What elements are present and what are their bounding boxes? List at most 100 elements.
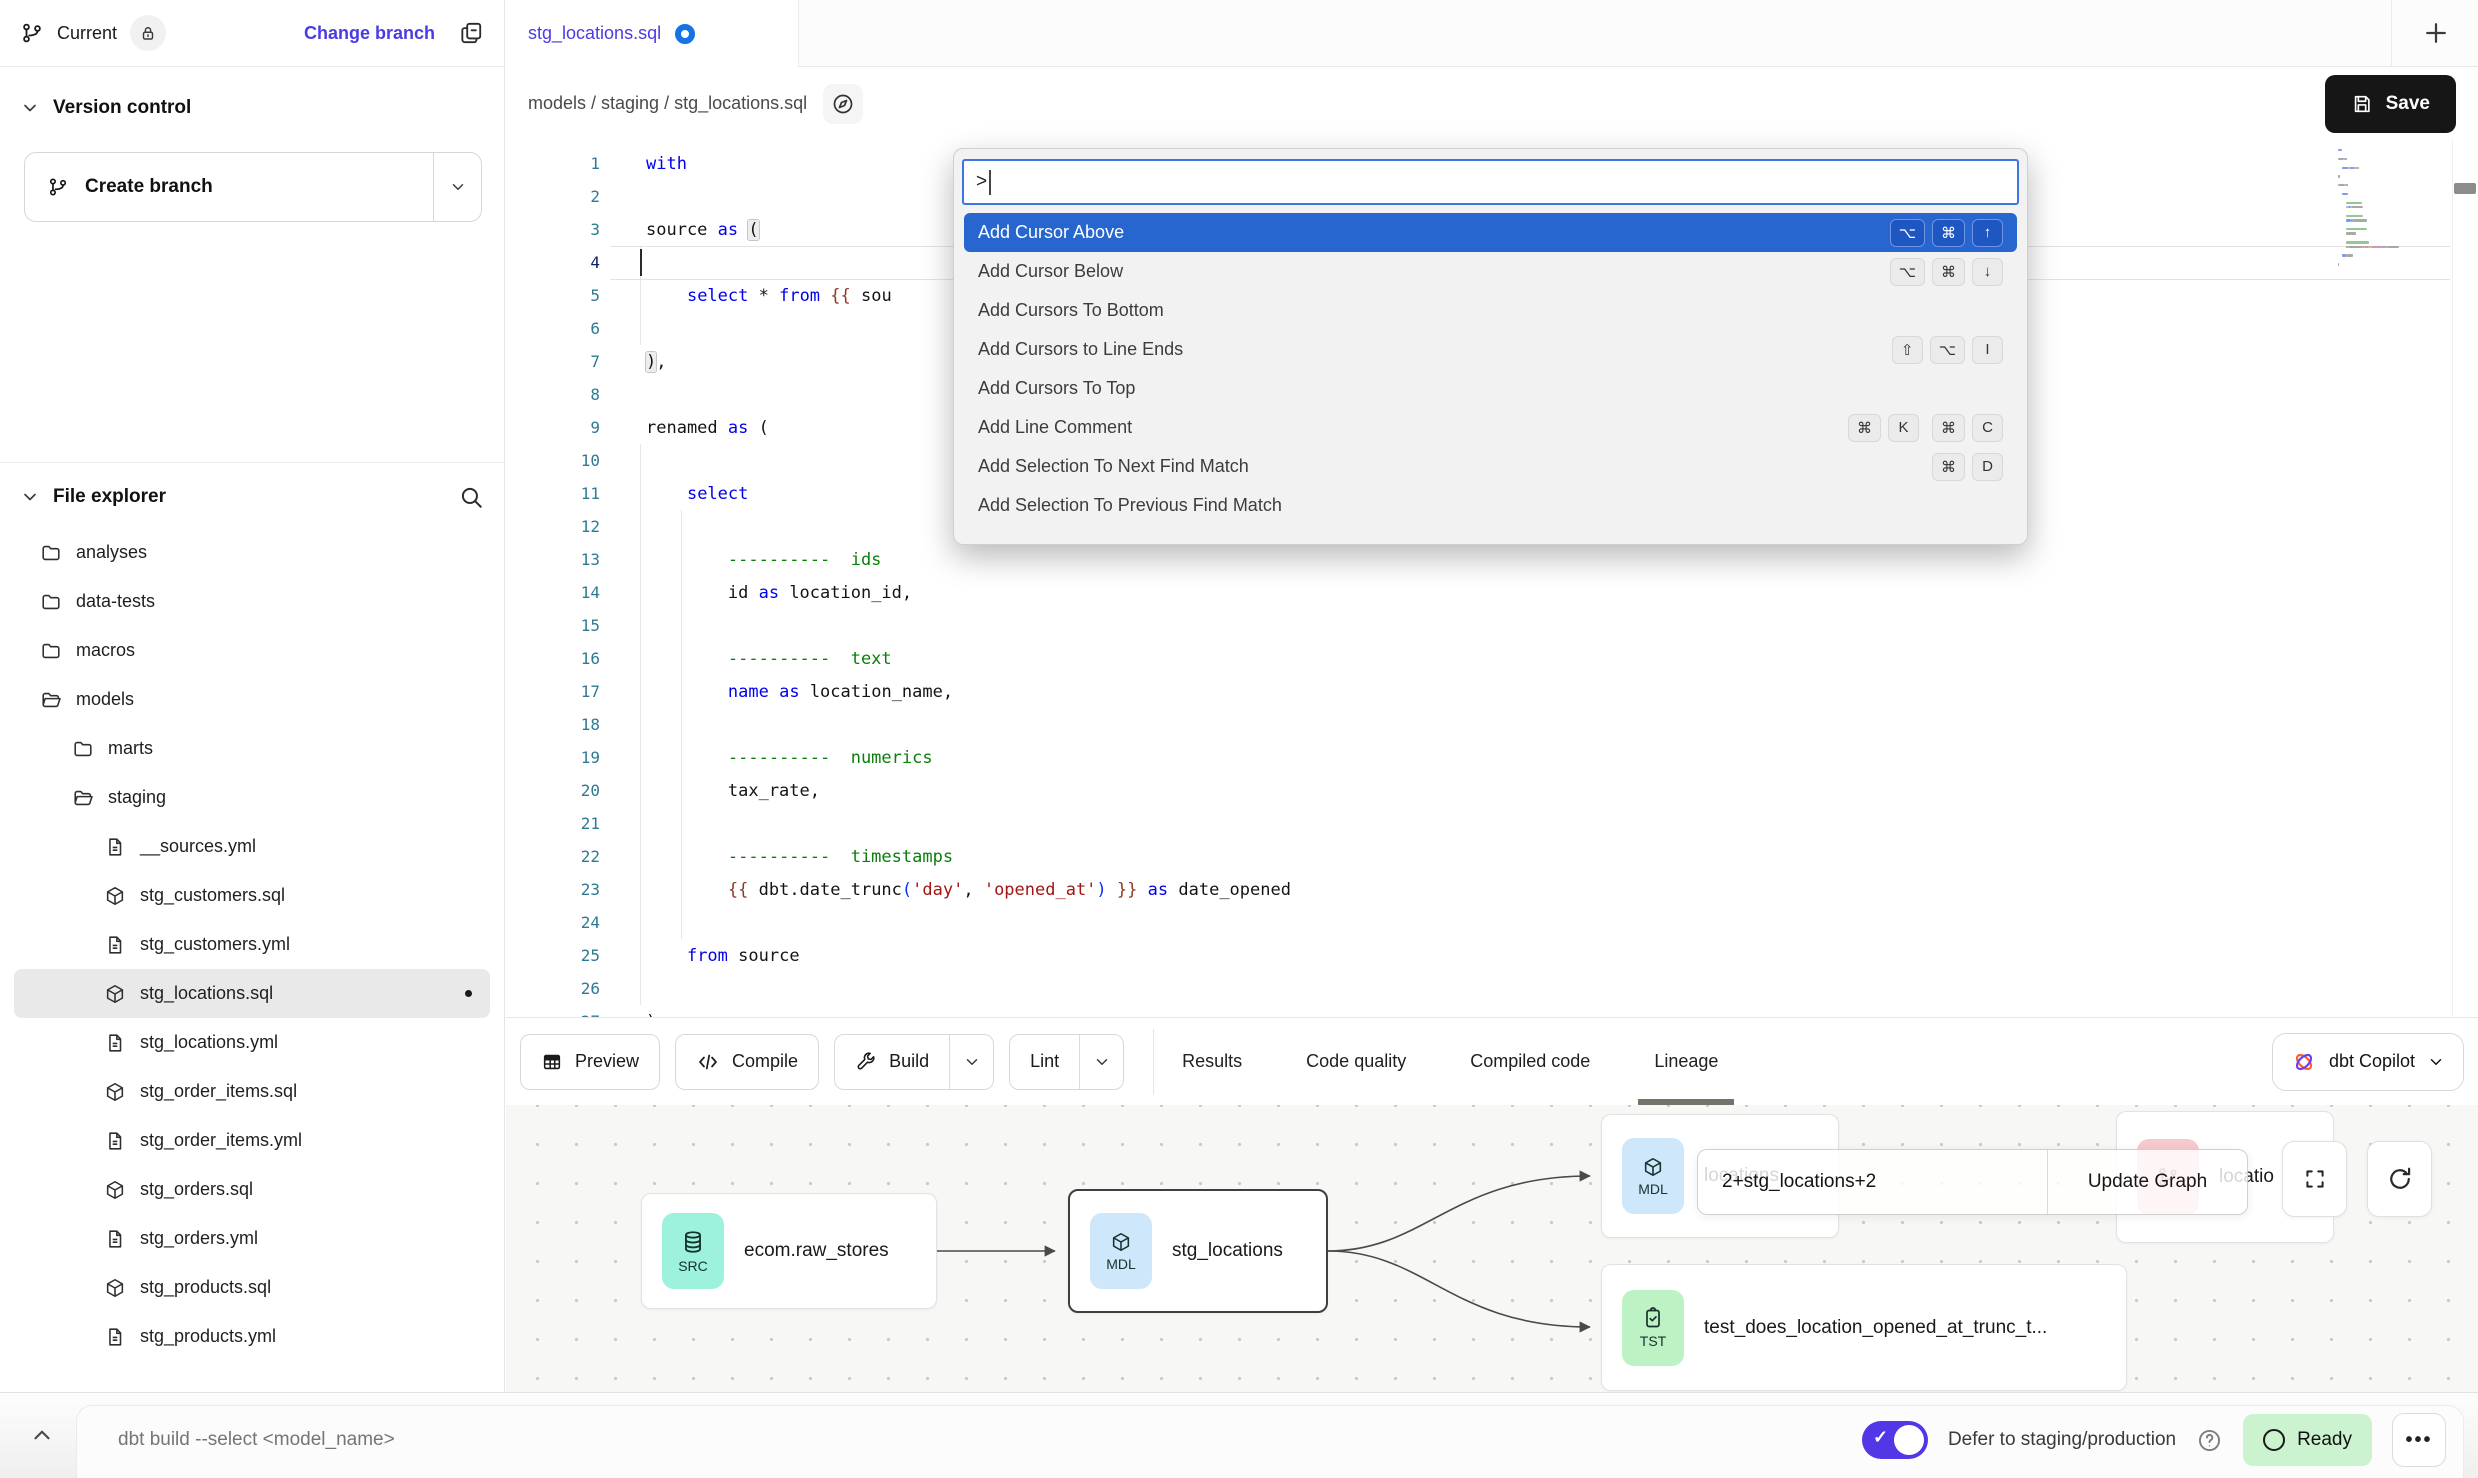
scrollbar-thumb[interactable] bbox=[2454, 183, 2476, 194]
file-tree-item-stg-order-items-sql[interactable]: stg_order_items.sql bbox=[14, 1067, 490, 1116]
new-tab-button[interactable] bbox=[2418, 15, 2454, 51]
file-tree-item-stg-orders-sql[interactable]: stg_orders.sql bbox=[14, 1165, 490, 1214]
file-tree-item-data-tests[interactable]: data-tests bbox=[14, 577, 490, 626]
lint-label: Lint bbox=[1030, 1051, 1059, 1072]
defer-toggle[interactable]: ✓ bbox=[1862, 1421, 1928, 1459]
line-text: select * from {{ sou bbox=[646, 286, 892, 306]
tab-stg-locations-sql[interactable]: stg_locations.sql bbox=[506, 0, 799, 67]
create-branch-button[interactable]: Create branch bbox=[24, 152, 482, 222]
dbt-copilot-button[interactable]: dbt Copilot bbox=[2272, 1033, 2464, 1091]
lint-dropdown[interactable] bbox=[1079, 1035, 1123, 1089]
command-label: Add Cursor Above bbox=[978, 222, 1124, 243]
file-tree-item-stg-products-yml[interactable]: stg_products.yml bbox=[14, 1312, 490, 1361]
line-number: 20 bbox=[506, 781, 600, 800]
command-item-add-cursor-above[interactable]: Add Cursor Above⌥⌘↑ bbox=[964, 213, 2017, 252]
minimap[interactable] bbox=[2338, 148, 2450, 267]
node-label: stg_locations bbox=[1172, 1240, 1283, 1262]
file-label: stg_order_items.yml bbox=[140, 1130, 302, 1151]
key-chip: ↑ bbox=[1972, 219, 2003, 247]
save-button[interactable]: Save bbox=[2325, 75, 2456, 133]
file-tree-item-models[interactable]: models bbox=[14, 675, 490, 724]
build-button[interactable]: Build bbox=[834, 1034, 994, 1090]
file-tree-item-stg-orders-yml[interactable]: stg_orders.yml bbox=[14, 1214, 490, 1263]
panel-tabs: Results Code quality Compiled code Lineage bbox=[1182, 1018, 1718, 1105]
file-tree-item-stg-products-sql[interactable]: stg_products.sql bbox=[14, 1263, 490, 1312]
compile-button[interactable]: Compile bbox=[675, 1034, 819, 1090]
file-tree-item--sources-yml[interactable]: __sources.yml bbox=[14, 822, 490, 871]
check-icon: ✓ bbox=[1873, 1427, 1888, 1448]
line-text: ---------- text bbox=[646, 649, 892, 669]
help-icon[interactable] bbox=[2196, 1427, 2223, 1454]
lineage-node-src[interactable]: SRCecom.raw_stores bbox=[641, 1193, 937, 1309]
fullscreen-button[interactable] bbox=[2282, 1141, 2347, 1217]
line-number: 18 bbox=[506, 715, 600, 734]
compass-icon bbox=[831, 92, 855, 116]
command-palette-input[interactable]: > bbox=[962, 159, 2019, 205]
tab-code-quality[interactable]: Code quality bbox=[1306, 1018, 1406, 1105]
save-label: Save bbox=[2386, 93, 2430, 115]
doc-icon bbox=[104, 1326, 126, 1348]
update-graph-button[interactable]: Update Graph bbox=[2048, 1150, 2247, 1214]
line-number: 25 bbox=[506, 946, 600, 965]
command-item-add-cursors-to-bottom[interactable]: Add Cursors To Bottom bbox=[964, 291, 2017, 330]
dbt-ide-app: Current Change branch Version control bbox=[0, 0, 2478, 1478]
node-type-badge: SRC bbox=[662, 1213, 724, 1289]
defer-label: Defer to staging/production bbox=[1948, 1429, 2176, 1451]
line-text: id as location_id, bbox=[646, 583, 912, 603]
more-options-button[interactable]: ••• bbox=[2392, 1413, 2446, 1467]
current-branch-label: Current bbox=[57, 23, 117, 44]
file-tree-item-stg-locations-sql[interactable]: stg_locations.sql bbox=[14, 969, 490, 1018]
tab-compiled-code[interactable]: Compiled code bbox=[1470, 1018, 1590, 1105]
create-branch-dropdown[interactable] bbox=[433, 153, 481, 221]
file-tree-item-marts[interactable]: marts bbox=[14, 724, 490, 773]
key-chip: ⌥ bbox=[1890, 219, 1925, 247]
file-tree-item-staging[interactable]: staging bbox=[14, 773, 490, 822]
editor-scrollbar[interactable] bbox=[2452, 140, 2478, 1017]
code-line-18: 18 bbox=[506, 708, 2478, 741]
file-label: stg_customers.yml bbox=[140, 934, 290, 955]
collapse-panel-button[interactable] bbox=[22, 1415, 62, 1455]
status-bar-right: ✓ Defer to staging/production Ready ••• bbox=[1862, 1405, 2446, 1475]
lint-button[interactable]: Lint bbox=[1009, 1034, 1124, 1090]
command-item-add-cursors-to-top[interactable]: Add Cursors To Top bbox=[964, 369, 2017, 408]
command-item-add-selection-to-previous-find-match[interactable]: Add Selection To Previous Find Match bbox=[964, 486, 2017, 525]
line-number: 3 bbox=[506, 220, 600, 239]
file-tree-item-analyses[interactable]: analyses bbox=[14, 528, 490, 577]
lineage-canvas[interactable]: SRCecom.raw_storesMDLstg_locationsMDLloc… bbox=[506, 1105, 2478, 1392]
lineage-filter-bar: 2+stg_locations+2 Update Graph bbox=[1697, 1149, 2248, 1215]
search-icon[interactable] bbox=[458, 484, 484, 510]
file-tree-item-stg-locations-yml[interactable]: stg_locations.yml bbox=[14, 1018, 490, 1067]
tab-results[interactable]: Results bbox=[1182, 1018, 1242, 1105]
status-badge: Ready bbox=[2243, 1414, 2372, 1466]
file-tree-item-macros[interactable]: macros bbox=[14, 626, 490, 675]
tab-label: stg_locations.sql bbox=[528, 23, 661, 44]
tab-lineage[interactable]: Lineage bbox=[1654, 1018, 1718, 1105]
navigate-button[interactable] bbox=[823, 84, 863, 124]
cli-command-input[interactable]: dbt build --select <model_name> bbox=[118, 1405, 395, 1475]
dbt-copilot-logo-icon bbox=[2291, 1049, 2317, 1075]
cube-icon bbox=[1110, 1231, 1132, 1253]
change-branch-link[interactable]: Change branch bbox=[304, 23, 435, 44]
lineage-filter-input[interactable]: 2+stg_locations+2 bbox=[1698, 1150, 2048, 1214]
version-control-header[interactable]: Version control bbox=[0, 67, 504, 119]
model-file-icon bbox=[104, 1081, 126, 1103]
file-tree-item-stg-order-items-yml[interactable]: stg_order_items.yml bbox=[14, 1116, 490, 1165]
copy-icon[interactable] bbox=[458, 20, 484, 46]
command-list: Add Cursor Above⌥⌘↑Add Cursor Below⌥⌘↓Ad… bbox=[962, 213, 2019, 525]
file-explorer-header[interactable]: File explorer bbox=[0, 476, 504, 518]
preview-button[interactable]: Preview bbox=[520, 1034, 660, 1090]
code-line-21: 21 bbox=[506, 807, 2478, 840]
lineage-node-model[interactable]: MDLstg_locations bbox=[1068, 1189, 1328, 1313]
divider bbox=[2391, 0, 2392, 67]
command-item-add-line-comment[interactable]: Add Line Comment⌘K⌘C bbox=[964, 408, 2017, 447]
lineage-node-test[interactable]: TSTtest_does_location_opened_at_trunc_t.… bbox=[1601, 1264, 2127, 1391]
shortcut-keys: ⌘K⌘C bbox=[1835, 414, 2003, 442]
refresh-button[interactable] bbox=[2367, 1141, 2432, 1217]
command-item-add-cursor-below[interactable]: Add Cursor Below⌥⌘↓ bbox=[964, 252, 2017, 291]
build-dropdown[interactable] bbox=[949, 1035, 993, 1089]
key-chip: ⌘ bbox=[1848, 414, 1881, 442]
command-item-add-selection-to-next-find-match[interactable]: Add Selection To Next Find Match⌘D bbox=[964, 447, 2017, 486]
command-item-add-cursors-to-line-ends[interactable]: Add Cursors to Line Ends⇧⌥I bbox=[964, 330, 2017, 369]
file-tree-item-stg-customers-sql[interactable]: stg_customers.sql bbox=[14, 871, 490, 920]
file-tree-item-stg-customers-yml[interactable]: stg_customers.yml bbox=[14, 920, 490, 969]
